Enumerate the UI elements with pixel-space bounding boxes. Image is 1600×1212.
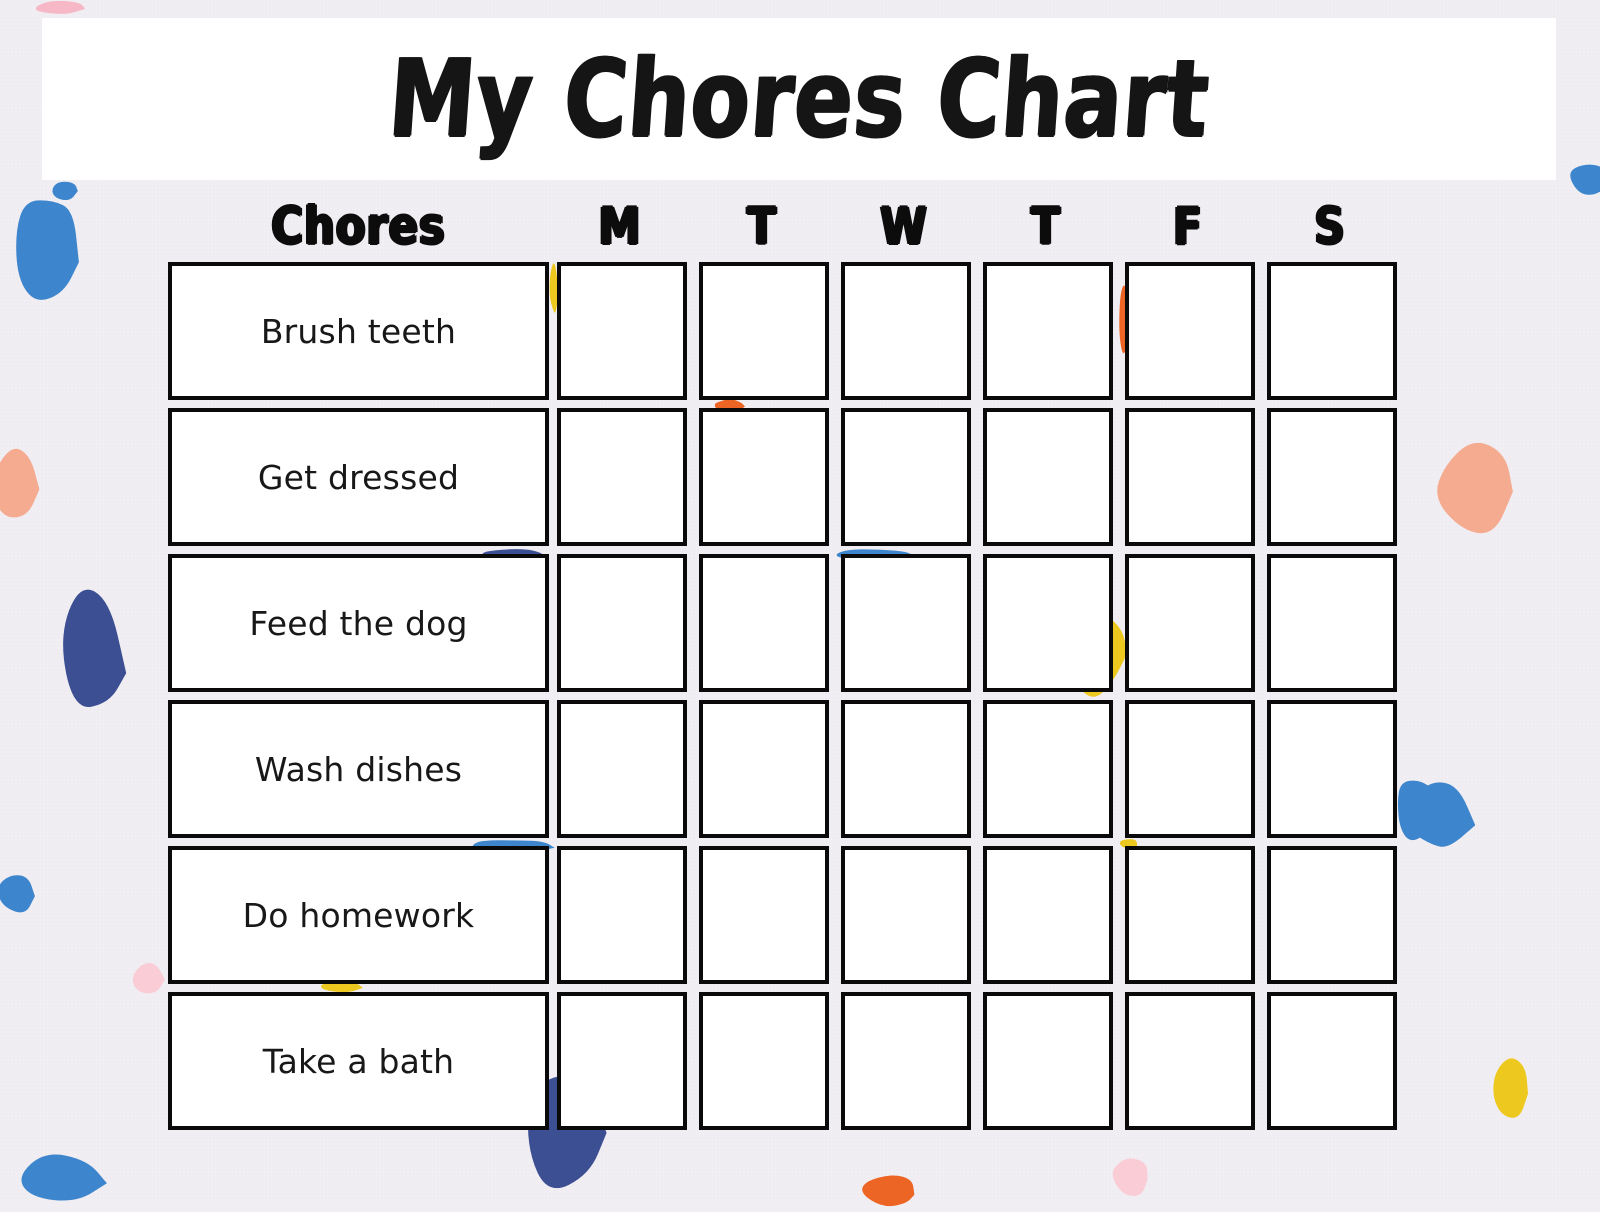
checkbox-cell-r5-c3[interactable] (983, 992, 1113, 1130)
chore-cell-3[interactable]: Wash dishes (168, 700, 549, 838)
checkbox-cell-r1-c3[interactable] (983, 408, 1113, 546)
table-row: Get dressed (168, 408, 1434, 546)
chore-cell-0[interactable]: Brush teeth (168, 262, 549, 400)
checkbox-cell-r4-c4[interactable] (1125, 846, 1255, 984)
checkbox-cell-r5-c0[interactable] (557, 992, 687, 1130)
checkbox-cell-r3-c5[interactable] (1267, 700, 1397, 838)
checkbox-cell-r3-c4[interactable] (1125, 700, 1255, 838)
chore-cell-2[interactable]: Feed the dog (168, 554, 549, 692)
chore-label: Brush teeth (260, 311, 457, 351)
checkbox-cell-r0-c2[interactable] (841, 262, 971, 400)
chore-cell-5[interactable]: Take a bath (168, 992, 549, 1130)
chore-label: Feed the dog (249, 603, 468, 643)
table-row: Do homework (168, 846, 1434, 984)
page-title: My Chores Chart (384, 35, 1214, 162)
chore-cell-1[interactable]: Get dressed (168, 408, 549, 546)
header-day-2: W (880, 196, 928, 256)
checkbox-cell-r5-c1[interactable] (699, 992, 829, 1130)
checkbox-cell-r0-c3[interactable] (983, 262, 1113, 400)
checkbox-cell-r4-c1[interactable] (699, 846, 829, 984)
checkbox-cell-r1-c2[interactable] (841, 408, 971, 546)
checkbox-cell-r3-c2[interactable] (841, 700, 971, 838)
chores-table: Chores M T W T F S Brush teeth Get dressed Feed … (168, 190, 1434, 1138)
checkbox-cell-r2-c0[interactable] (557, 554, 687, 692)
checkbox-cell-r4-c5[interactable] (1267, 846, 1397, 984)
checkbox-cell-r5-c2[interactable] (841, 992, 971, 1130)
chore-label: Get dressed (257, 457, 460, 497)
checkbox-cell-r1-c4[interactable] (1125, 408, 1255, 546)
chore-label: Take a bath (262, 1041, 455, 1081)
table-row: Feed the dog (168, 554, 1434, 692)
chore-cell-4[interactable]: Do homework (168, 846, 549, 984)
title-banner: My Chores Chart (42, 18, 1556, 180)
checkbox-cell-r1-c0[interactable] (557, 408, 687, 546)
table-row: Wash dishes (168, 700, 1434, 838)
header-chores: Chores (271, 195, 446, 257)
checkbox-cell-r3-c1[interactable] (699, 700, 829, 838)
checkbox-cell-r0-c4[interactable] (1125, 262, 1255, 400)
table-row: Take a bath (168, 992, 1434, 1130)
chore-label: Wash dishes (254, 749, 463, 789)
checkbox-cell-r2-c5[interactable] (1267, 554, 1397, 692)
table-header-row: Chores M T W T F S (168, 190, 1434, 262)
checkbox-cell-r4-c2[interactable] (841, 846, 971, 984)
checkbox-cell-r0-c5[interactable] (1267, 262, 1397, 400)
checkbox-cell-r3-c0[interactable] (557, 700, 687, 838)
checkbox-cell-r5-c5[interactable] (1267, 992, 1397, 1130)
checkbox-cell-r1-c5[interactable] (1267, 408, 1397, 546)
checkbox-cell-r0-c1[interactable] (699, 262, 829, 400)
table-body: Brush teeth Get dressed Feed the dog Wash d… (168, 262, 1434, 1130)
checkbox-cell-r4-c0[interactable] (557, 846, 687, 984)
checkbox-cell-r5-c4[interactable] (1125, 992, 1255, 1130)
checkbox-cell-r2-c2[interactable] (841, 554, 971, 692)
header-day-0: M (598, 196, 642, 256)
checkbox-cell-r4-c3[interactable] (983, 846, 1113, 984)
checkbox-cell-r0-c0[interactable] (557, 262, 687, 400)
header-day-4: F (1173, 196, 1203, 256)
header-day-1: T (747, 196, 777, 256)
chore-label: Do homework (242, 895, 475, 935)
checkbox-cell-r2-c4[interactable] (1125, 554, 1255, 692)
checkbox-cell-r3-c3[interactable] (983, 700, 1113, 838)
checkbox-cell-r2-c1[interactable] (699, 554, 829, 692)
header-day-5: S (1314, 196, 1346, 256)
checkbox-cell-r1-c1[interactable] (699, 408, 829, 546)
table-row: Brush teeth (168, 262, 1434, 400)
checkbox-cell-r2-c3[interactable] (983, 554, 1113, 692)
header-day-3: T (1031, 196, 1061, 256)
